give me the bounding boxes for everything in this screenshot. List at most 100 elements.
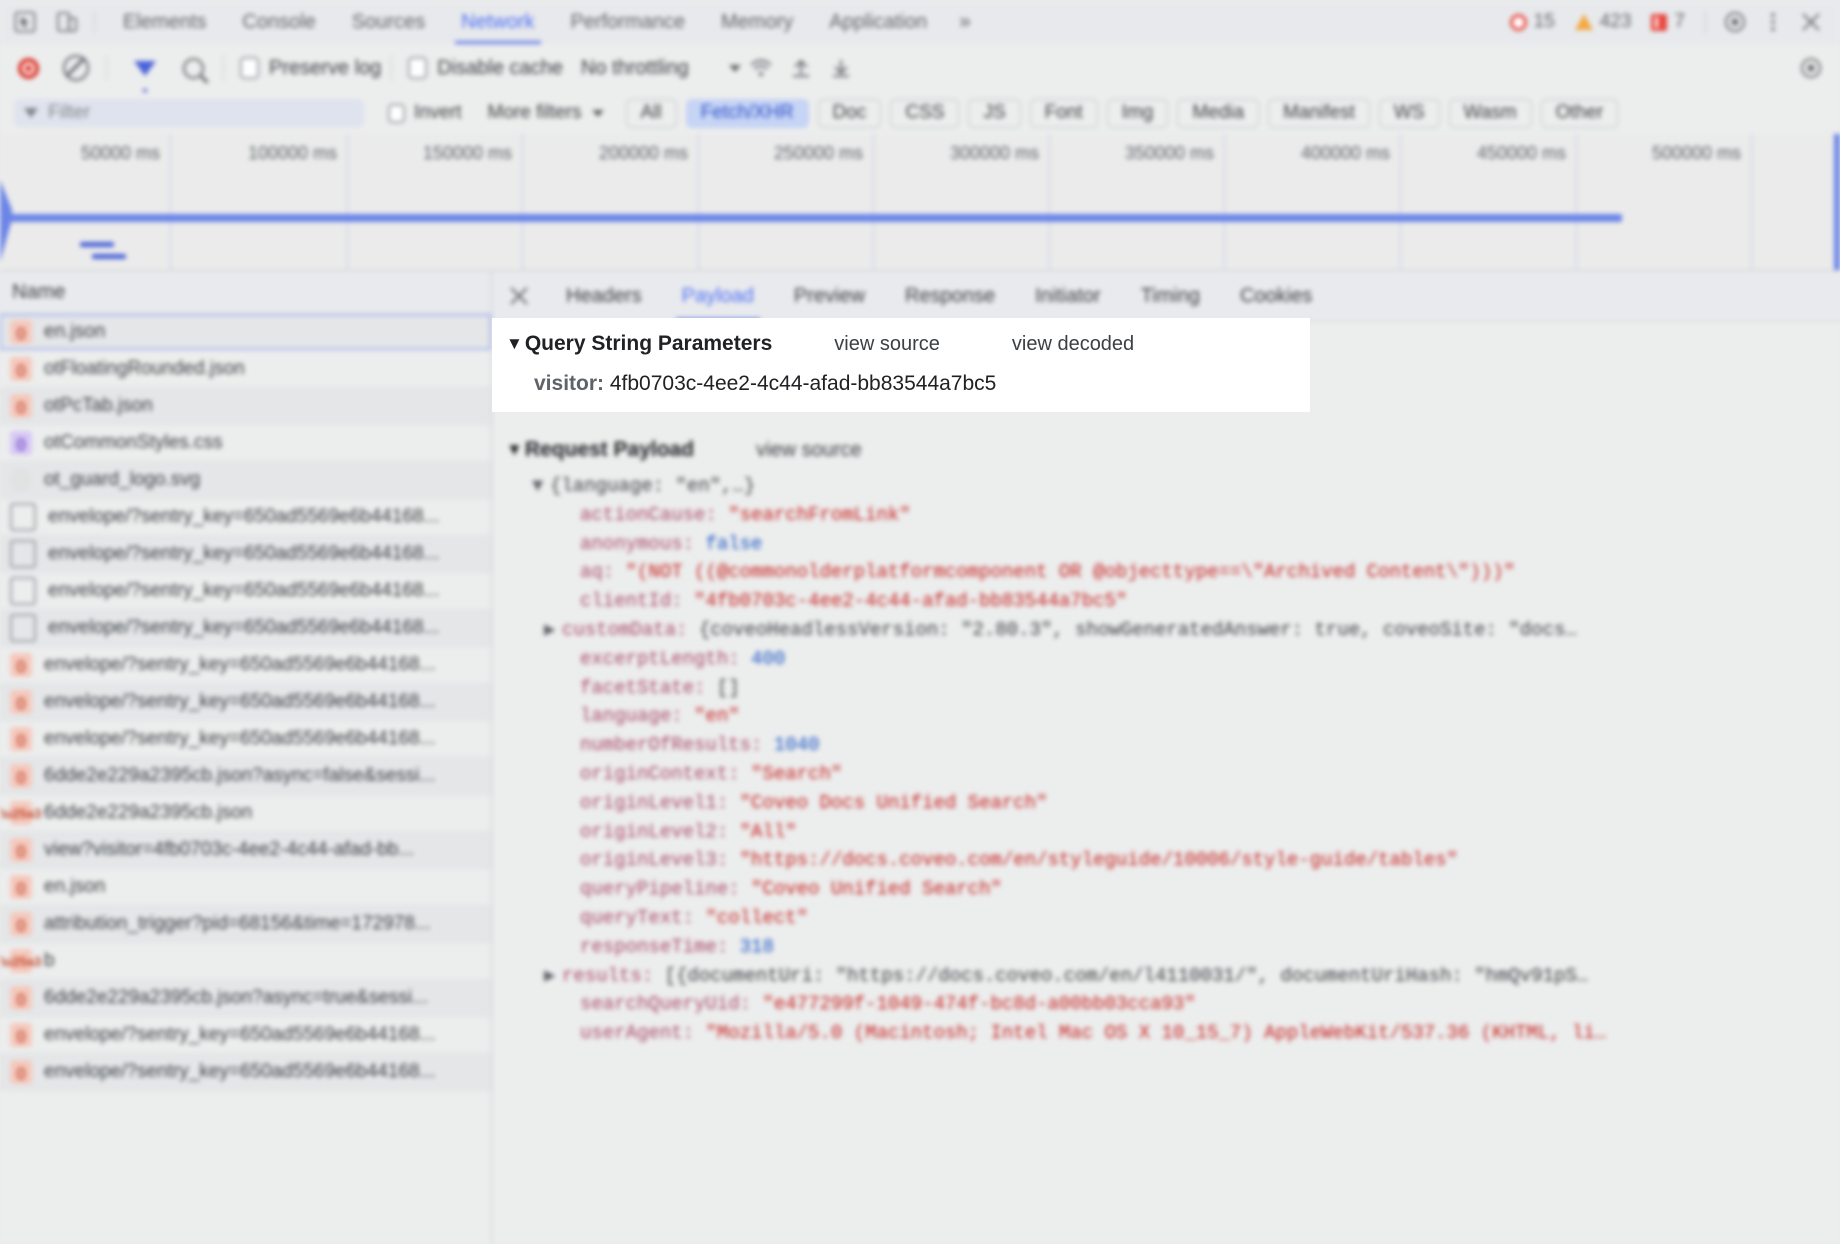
- more-tabs-chevron-icon[interactable]: »: [945, 10, 985, 34]
- type-filter-fetch-xhr[interactable]: Fetch/XHR: [686, 99, 809, 128]
- error-counter[interactable]: 15: [1502, 11, 1563, 33]
- tab-performance[interactable]: Performance: [553, 0, 704, 44]
- network-settings-gear-icon[interactable]: [1794, 51, 1828, 85]
- filter-icon[interactable]: [125, 48, 165, 88]
- tab-initiator[interactable]: Initiator: [1015, 271, 1121, 321]
- tab-memory[interactable]: Memory: [703, 0, 811, 44]
- table-row[interactable]: envelope/?sentry_key=650ad5569e6b44168..…: [0, 610, 491, 647]
- json-key: results:: [562, 965, 653, 987]
- warning-count-label: 423: [1600, 11, 1632, 33]
- checkbox-box: [240, 57, 259, 79]
- timeline-tick-10: 500000 ms: [1652, 143, 1751, 164]
- table-row[interactable]: {}otCommonStyles.css: [0, 425, 491, 462]
- throttling-select[interactable]: No throttling: [581, 57, 741, 80]
- tab-cookies[interactable]: Cookies: [1220, 271, 1332, 321]
- more-filters-dropdown[interactable]: More filters: [488, 102, 604, 124]
- table-row[interactable]: {}6dde2e229a2395cb.json?async=false&sess…: [0, 758, 491, 795]
- callout-section-header[interactable]: ▼ Query String Parameters view source vi…: [506, 332, 1310, 356]
- type-filter-img[interactable]: Img: [1107, 99, 1169, 128]
- type-filter-wasm[interactable]: Wasm: [1449, 99, 1532, 128]
- table-row[interactable]: {}envelope/?sentry_key=650ad5569e6b44168…: [0, 721, 491, 758]
- table-row[interactable]: \u25a3b: [0, 943, 491, 980]
- table-row[interactable]: {}view?visitor=4fb0703c-4ee2-4c44-afad-b…: [0, 832, 491, 869]
- error-circle-icon: [1510, 14, 1527, 31]
- filter-input[interactable]: Filter: [14, 99, 364, 127]
- disable-cache-checkbox[interactable]: Disable cache: [408, 57, 563, 80]
- export-har-icon[interactable]: [821, 48, 861, 88]
- type-filter-ws[interactable]: WS: [1379, 99, 1440, 128]
- type-filter-css[interactable]: CSS: [890, 99, 959, 128]
- json-row: originContext: "Search": [532, 760, 1840, 789]
- import-har-icon[interactable]: [781, 48, 821, 88]
- callout-view-decoded-link[interactable]: view decoded: [1012, 333, 1134, 356]
- gear-icon[interactable]: [1718, 5, 1752, 39]
- more-options-icon[interactable]: [1756, 5, 1790, 39]
- device-toolbar-icon[interactable]: [50, 7, 84, 37]
- invert-checkbox[interactable]: Invert: [388, 102, 462, 124]
- type-filter-doc[interactable]: Doc: [818, 99, 882, 128]
- json-row[interactable]: ▶customData: {coveoHeadlessVersion: "2.8…: [532, 616, 1840, 645]
- type-filter-js[interactable]: JS: [968, 99, 1020, 128]
- file-type-icon: \u25a3: [10, 949, 32, 973]
- tab-console[interactable]: Console: [224, 0, 333, 44]
- tab-preview-label: Preview: [794, 285, 865, 308]
- wifi-icon[interactable]: [741, 48, 781, 88]
- tab-preview[interactable]: Preview: [774, 271, 885, 321]
- file-type-icon: {}: [10, 912, 32, 936]
- table-row[interactable]: {}envelope/?sentry_key=650ad5569e6b44168…: [0, 1054, 491, 1091]
- type-filter-other[interactable]: Other: [1541, 99, 1619, 128]
- json-value: "Coveo Unified Search": [751, 878, 1002, 900]
- table-row[interactable]: {}otPcTab.json: [0, 388, 491, 425]
- callout-view-source-link[interactable]: view source: [834, 333, 940, 356]
- table-row[interactable]: envelope/?sentry_key=650ad5569e6b44168..…: [0, 499, 491, 536]
- tab-headers[interactable]: Headers: [546, 271, 662, 321]
- type-filter-media[interactable]: Media: [1177, 99, 1259, 128]
- table-row[interactable]: envelope/?sentry_key=650ad5569e6b44168..…: [0, 573, 491, 610]
- inspect-element-icon[interactable]: [8, 7, 42, 37]
- tab-payload[interactable]: Payload: [662, 271, 774, 321]
- table-row[interactable]: {}6dde2e229a2395cb.json?async=true&sessi…: [0, 980, 491, 1017]
- table-row[interactable]: {}attribution_trigger?pid=68156&time=172…: [0, 906, 491, 943]
- tab-sources-label: Sources: [352, 11, 425, 34]
- table-row[interactable]: {}envelope/?sentry_key=650ad5569e6b44168…: [0, 1017, 491, 1054]
- record-button[interactable]: [8, 48, 48, 88]
- table-row[interactable]: {}envelope/?sentry_key=650ad5569e6b44168…: [0, 684, 491, 721]
- close-icon[interactable]: [492, 271, 546, 321]
- tab-response[interactable]: Response: [885, 271, 1015, 321]
- file-type-icon: \u25a3: [10, 801, 32, 825]
- json-value: "Mozilla/5.0 (Macintosh; Intel Mac OS X …: [705, 1022, 1606, 1044]
- clear-button[interactable]: [56, 48, 96, 88]
- type-filter-all[interactable]: All: [626, 99, 677, 128]
- json-row[interactable]: ▶results: [{documentUri: "https://docs.c…: [532, 962, 1840, 991]
- search-icon[interactable]: [173, 48, 213, 88]
- preserve-log-checkbox[interactable]: Preserve log: [240, 57, 381, 80]
- close-icon[interactable]: [1794, 5, 1828, 39]
- tab-network[interactable]: Network: [443, 0, 552, 44]
- type-filter-manifest[interactable]: Manifest: [1268, 99, 1370, 128]
- type-filter-fetch-xhr-label: Fetch/XHR: [701, 102, 794, 124]
- type-filter-doc-label: Doc: [833, 102, 867, 124]
- table-row[interactable]: {}en.json: [0, 869, 491, 906]
- warning-triangle-icon: [1575, 14, 1593, 30]
- table-row[interactable]: envelope/?sentry_key=650ad5569e6b44168..…: [0, 536, 491, 573]
- request-payload-section-header[interactable]: ▼ Request Payload view source: [506, 438, 1840, 462]
- json-root-row[interactable]: ▼{language: "en",…}: [532, 472, 1840, 501]
- tab-application[interactable]: Application: [811, 0, 945, 44]
- request-list-panel[interactable]: Name {}en.json {}otFloatingRounded.json …: [0, 271, 492, 1244]
- table-row[interactable]: {}en.json: [0, 314, 491, 351]
- tab-elements[interactable]: Elements: [105, 0, 224, 44]
- table-row[interactable]: \u25a36dde2e229a2395cb.json: [0, 795, 491, 832]
- table-row[interactable]: {}envelope/?sentry_key=650ad5569e6b44168…: [0, 647, 491, 684]
- view-source-link[interactable]: view source: [756, 439, 862, 462]
- file-type-icon: {}: [10, 690, 32, 714]
- type-filter-font[interactable]: Font: [1030, 99, 1098, 128]
- network-overview-timeline[interactable]: 50000 ms 100000 ms 150000 ms 200000 ms 2…: [0, 134, 1840, 271]
- table-row[interactable]: ot_guard_logo.svg: [0, 462, 491, 499]
- warning-counter[interactable]: 423: [1567, 11, 1640, 33]
- timeline-tick-2: 100000 ms: [248, 143, 347, 164]
- tab-sources[interactable]: Sources: [334, 0, 443, 44]
- toolbar-divider: [223, 55, 224, 81]
- tab-timing[interactable]: Timing: [1121, 271, 1220, 321]
- issues-counter[interactable]: 7: [1643, 11, 1693, 33]
- table-row[interactable]: {}otFloatingRounded.json: [0, 351, 491, 388]
